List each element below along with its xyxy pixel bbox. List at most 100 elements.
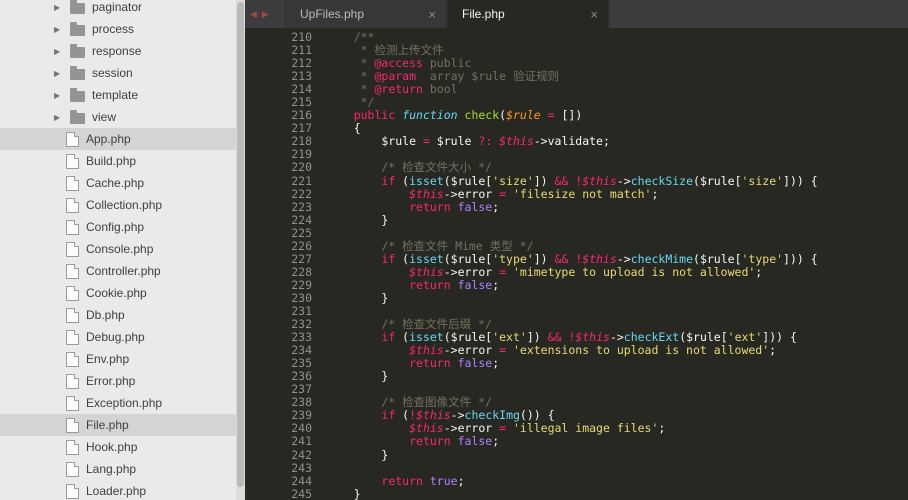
code-content[interactable]: /** * 检测上传文件 * @access public * @param a…	[316, 31, 908, 500]
folder-icon	[70, 0, 85, 14]
folder-chevron-icon[interactable]: ▶	[54, 69, 70, 78]
file-item-file-php[interactable]: File.php	[0, 414, 245, 436]
line-number[interactable]: 220	[245, 161, 312, 174]
code-token: }	[326, 290, 389, 305]
folder-item-template[interactable]: ▶ template	[0, 84, 245, 106]
folder-item-session[interactable]: ▶ session	[0, 62, 245, 84]
code-token: ->	[450, 408, 465, 423]
code-token: if	[381, 251, 396, 266]
line-number[interactable]: 242	[245, 448, 312, 462]
tab-file-php[interactable]: File.php ×	[447, 0, 609, 28]
code-line[interactable]: public function check($rule = [])	[326, 109, 908, 122]
code-line[interactable]: return false;	[326, 200, 908, 214]
code-line[interactable]: }	[326, 212, 908, 227]
line-number[interactable]: 228	[245, 265, 312, 279]
code-token: ;	[457, 473, 465, 488]
file-item-collection-php[interactable]: Collection.php	[0, 194, 245, 216]
file-item-app-php[interactable]: App.php	[0, 128, 245, 150]
folder-item-view[interactable]: ▶ view	[0, 106, 245, 128]
code-line[interactable]: $rule = $rule ?: $this->validate;	[326, 135, 908, 148]
code-line[interactable]: }	[326, 370, 908, 383]
folder-chevron-icon[interactable]: ▶	[54, 113, 70, 122]
code-line[interactable]: return false;	[326, 357, 908, 370]
tab-close-icon[interactable]: ×	[420, 7, 436, 22]
code-area[interactable]: 210 211 212 213 214 215 216 217 218 219 220 221 222 2…	[245, 28, 908, 500]
code-token: ?:	[471, 134, 500, 149]
sidebar-scrollbar[interactable]	[236, 0, 245, 500]
tab-close-icon[interactable]: ×	[582, 7, 598, 22]
code-token: ;	[651, 186, 659, 201]
file-item-loader-php[interactable]: Loader.php	[0, 480, 245, 500]
code-token: ])) {	[762, 330, 797, 345]
code-token: /* 检查文件后缀 */	[326, 317, 492, 332]
code-token: }	[326, 212, 389, 227]
line-number[interactable]: 222	[245, 187, 312, 201]
file-item-controller-php[interactable]: Controller.php	[0, 260, 245, 282]
file-icon	[66, 241, 79, 257]
editor-pane: ◀ ▶ UpFiles.php × File.php × 210 211 212 213 21…	[245, 0, 908, 500]
line-number[interactable]: 223	[245, 200, 312, 214]
file-item-exception-php[interactable]: Exception.php	[0, 392, 245, 414]
file-item-cache-php[interactable]: Cache.php	[0, 172, 245, 194]
code-token: false	[457, 277, 493, 292]
code-token: [])	[561, 108, 583, 123]
code-line[interactable]: return false;	[326, 435, 908, 448]
line-number[interactable]: 221	[245, 174, 312, 188]
line-number[interactable]: 225	[245, 226, 312, 240]
folder-chevron-icon[interactable]: ▶	[54, 91, 70, 100]
ide-window: ▶ paginator ▶ process ▶ response ▶ session ▶ temp…	[0, 0, 908, 500]
file-item-debug-php[interactable]: Debug.php	[0, 326, 245, 348]
folder-chevron-icon[interactable]: ▶	[54, 3, 70, 12]
sidebar-scrollbar-thumb[interactable]	[237, 2, 244, 487]
file-label: Exception.php	[86, 396, 163, 410]
file-item-env-php[interactable]: Env.php	[0, 348, 245, 370]
file-label: Lang.php	[86, 462, 137, 476]
file-item-lang-php[interactable]: Lang.php	[0, 458, 245, 480]
code-line[interactable]: }	[326, 290, 908, 305]
file-item-cookie-php[interactable]: Cookie.php	[0, 282, 245, 304]
line-number[interactable]: 243	[245, 461, 312, 475]
line-number[interactable]: 244	[245, 474, 312, 488]
file-item-build-php[interactable]: Build.php	[0, 150, 245, 172]
code-token: /* 检查图像文件 */	[326, 395, 492, 410]
tab-upfiles-php[interactable]: UpFiles.php ×	[285, 0, 447, 28]
code-token: return	[381, 473, 423, 488]
code-token: ->validate;	[533, 134, 610, 149]
code-token: ->error	[443, 264, 493, 279]
folder-item-response[interactable]: ▶ response	[0, 40, 245, 62]
folder-item-process[interactable]: ▶ process	[0, 18, 245, 40]
folder-chevron-icon[interactable]: ▶	[54, 47, 70, 56]
code-token: function	[402, 108, 458, 123]
code-line[interactable]: * @return bool	[326, 83, 908, 96]
code-token: checkImg	[464, 408, 520, 423]
line-number[interactable]: 245	[245, 487, 312, 500]
file-item-db-php[interactable]: Db.php	[0, 304, 245, 326]
file-item-console-php[interactable]: Console.php	[0, 238, 245, 260]
line-number[interactable]: 229	[245, 278, 312, 292]
code-line[interactable]: }	[326, 487, 908, 500]
code-token: ($rule[	[679, 330, 728, 345]
file-item-config-php[interactable]: Config.php	[0, 216, 245, 238]
code-token: return	[409, 356, 451, 371]
prev-tab-arrow-icon[interactable]: ◀	[250, 9, 257, 20]
file-item-error-php[interactable]: Error.php	[0, 370, 245, 392]
line-number[interactable]: 227	[245, 252, 312, 266]
folder-item-paginator[interactable]: ▶ paginator	[0, 0, 245, 18]
code-line[interactable]: return true;	[326, 473, 908, 488]
line-number[interactable]: 241	[245, 435, 312, 448]
folder-icon	[70, 87, 85, 102]
code-token: ($rule[	[693, 173, 742, 188]
code-line[interactable]: }	[326, 448, 908, 462]
line-number[interactable]: 226	[245, 239, 312, 253]
file-label: Loader.php	[86, 484, 147, 498]
folder-chevron-icon[interactable]: ▶	[54, 25, 70, 34]
file-item-hook-php[interactable]: Hook.php	[0, 436, 245, 458]
next-tab-arrow-icon[interactable]: ▶	[262, 9, 269, 20]
code-line[interactable]: return false;	[326, 277, 908, 292]
line-number[interactable]: 224	[245, 213, 312, 227]
